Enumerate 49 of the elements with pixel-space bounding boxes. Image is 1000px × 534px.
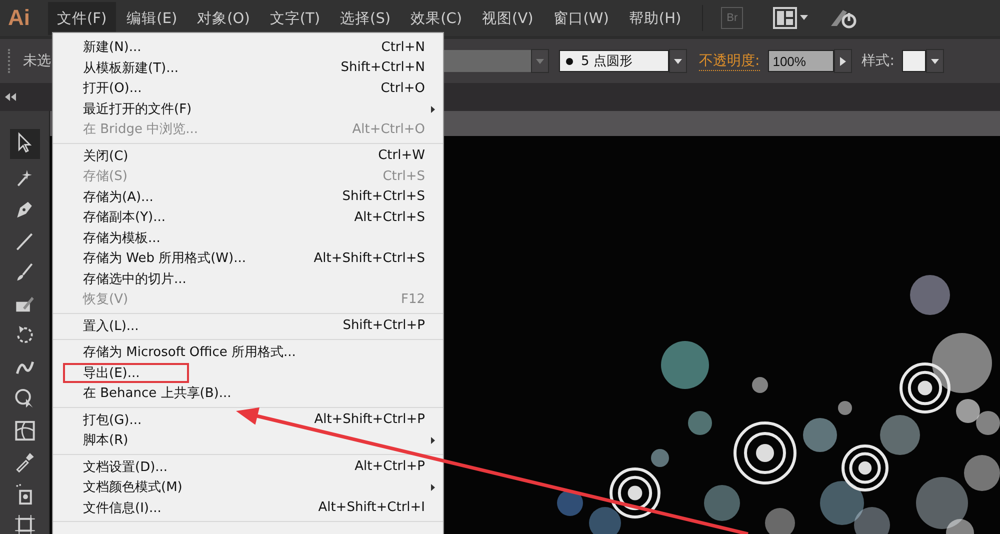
menu-item[interactable]: 关闭(C) Ctrl+W [53,146,443,166]
menu-title[interactable]: 帮助(H) [620,2,690,34]
menu-item[interactable]: 存储为模板... [53,228,443,248]
submenu-arrow-icon [431,484,435,491]
caret-icon [536,58,544,64]
caret-icon [674,58,682,64]
menu-item[interactable]: 置入(L)... Shift+Ctrl+P [53,316,443,336]
menu-item[interactable]: 文件信息(I)... Alt+Shift+Ctrl+I [53,498,443,518]
menu-title[interactable]: 文字(T) [260,2,330,34]
artboard-icon[interactable] [12,513,36,534]
menu-title[interactable]: 选择(S) [331,2,400,34]
menu-item[interactable]: 存储为 Web 所用格式(W)... Alt+Shift+Ctrl+S [53,248,443,268]
menu-item[interactable]: 存储为(A)... Shift+Ctrl+S [53,186,443,207]
menu-item[interactable]: 在 Behance 上共享(B)... [53,383,443,404]
style-label: 样式: [862,52,894,70]
submenu-arrow-icon [431,106,435,112]
menu-title[interactable]: 编辑(E) [118,2,186,34]
mesh-icon[interactable] [12,418,36,442]
dropdown-button[interactable] [926,49,944,73]
menu-item[interactable]: 新建(N)... Ctrl+N [53,37,443,58]
opacity-link[interactable]: 不透明度: [699,52,760,70]
submenu-arrow-icon [431,437,435,444]
menu-item[interactable]: 打开(O)... Ctrl+O [53,78,443,98]
menu-item[interactable]: 从模板新建(T)... Shift+Ctrl+N [53,58,443,78]
brush-field[interactable]: 5 点圆形 [559,50,669,72]
bullet-icon [566,58,573,64]
menu-title[interactable]: 窗口(W) [544,2,618,34]
expand-button[interactable] [834,49,852,73]
menu-item[interactable]: 导出(E)... [53,362,443,383]
menu-item[interactable]: 存储副本(Y)... Alt+Ctrl+S [53,207,443,228]
style-swatch[interactable] [902,50,926,72]
opacity-field[interactable]: 100% [768,50,834,72]
app-logo: Ai [8,5,31,31]
selection-status-label: 未选 [23,52,51,70]
caret-icon [931,58,940,64]
menu-item[interactable]: 存储为 Microsoft Office 所用格式... [53,342,443,362]
menu-item[interactable]: 最近打开的文件(F) [53,98,443,119]
menu-title[interactable]: 对象(O) [188,2,259,34]
menu-title[interactable]: 效果(C) [402,2,472,34]
menu-item[interactable]: 文档颜色模式(M) [53,477,443,498]
menu-item[interactable]: 打包(G)... Alt+Shift+Ctrl+P [53,410,443,430]
menu-item[interactable]: 存储选中的切片... [53,268,443,289]
menu-title[interactable]: 视图(V) [473,2,542,34]
menu-title[interactable]: 文件(F) [48,2,116,34]
play-arrow-icon [840,56,846,66]
dropdown-button[interactable] [669,49,687,73]
menu-item[interactable]: 脚本(R) [53,430,443,450]
menu-item[interactable]: 文档设置(D)... Alt+Ctrl+P [53,456,443,477]
collapse-icon[interactable] [5,93,17,101]
